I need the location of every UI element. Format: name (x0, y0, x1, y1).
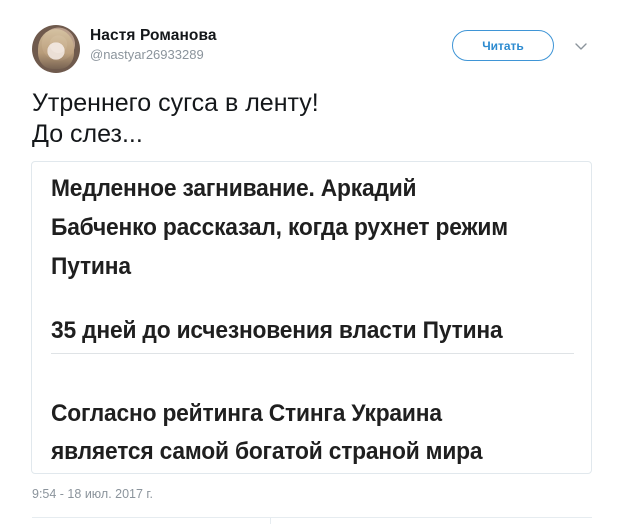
card-item-3-line-2: является самой богатой страной мира (51, 438, 483, 465)
actions-divider (32, 517, 592, 518)
author-block: Настя Романова @nastyar26933289 (90, 26, 217, 63)
tweet: Настя Романова @nastyar26933289 Читать У… (0, 0, 628, 524)
card-item-2: 35 дней до исчезновения власти Путина (51, 317, 503, 344)
tweet-text-line-1: Утреннего сугса в ленту! (32, 89, 319, 117)
tweet-text: Утреннего сугса в ленту! До слез... (32, 88, 592, 150)
headline-line-3: Путина (51, 253, 131, 280)
author-handle[interactable]: @nastyar26933289 (90, 47, 217, 63)
chevron-down-icon[interactable] (574, 42, 588, 52)
headline-line-1: Медленное загнивание. Аркадий (51, 175, 417, 202)
actions-separator (270, 517, 271, 524)
author-name[interactable]: Настя Романова (90, 26, 217, 46)
card-item-3-line-1: Согласно рейтинга Стинга Украина (51, 400, 442, 427)
tweet-text-line-2: До слез... (32, 120, 143, 148)
headline-line-2: Бабченко рассказал, когда рухнет режим (51, 214, 508, 241)
follow-button[interactable]: Читать (452, 30, 554, 61)
card-divider (51, 353, 574, 354)
tweet-timestamp[interactable]: 9:54 - 18 июл. 2017 г. (32, 487, 153, 501)
avatar-photo (38, 29, 74, 69)
avatar[interactable] (32, 25, 80, 73)
tweet-image-card[interactable]: Медленное загнивание. Аркадий Бабченко р… (31, 161, 592, 474)
